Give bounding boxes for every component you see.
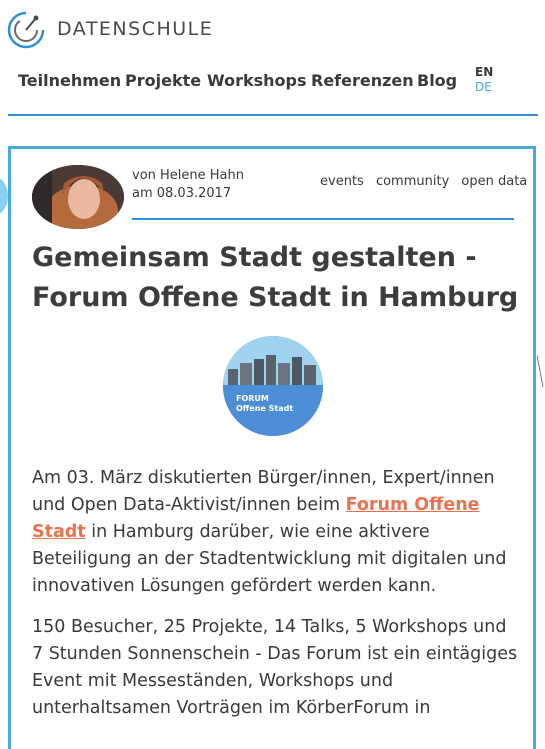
- brand-name[interactable]: DATENSCHULE: [57, 18, 213, 40]
- post-byline: von Helene Hahn am 08.03.2017: [132, 167, 244, 203]
- post-author[interactable]: von Helene Hahn: [132, 167, 244, 185]
- decorative-blob: [0, 176, 8, 216]
- tag-open-data[interactable]: open data: [461, 174, 527, 189]
- paragraph-2: 150 Besucher, 25 Projekte, 14 Talks, 5 W…: [32, 617, 518, 718]
- paragraph-1-text-b: in Hamburg darüber, wie eine aktivere Be…: [32, 522, 507, 596]
- post-tags: events community open data: [320, 174, 535, 189]
- lang-de[interactable]: DE: [475, 80, 493, 95]
- forum-offene-stadt-logo: FORUM Offene Stadt: [223, 336, 323, 436]
- post-title: Gemeinsam Stadt gestalten - Forum Offene…: [32, 242, 519, 313]
- tag-events[interactable]: events: [320, 174, 364, 189]
- decorative-line: [537, 355, 544, 388]
- nav-item-workshops[interactable]: Workshops: [207, 71, 306, 90]
- author-avatar: [32, 165, 124, 229]
- nav-item-blog[interactable]: Blog: [417, 71, 457, 90]
- blog-post-card: von Helene Hahn am 08.03.2017 events com…: [8, 146, 536, 749]
- author-photo-icon: [32, 165, 124, 229]
- forum-logo-line2: Offene Stadt: [236, 404, 293, 413]
- post-date: am 08.03.2017: [132, 186, 232, 201]
- forum-logo-line1: FORUM: [236, 394, 269, 403]
- nav-item-projekte[interactable]: Projekte: [125, 71, 201, 90]
- header-divider: [8, 114, 538, 116]
- datenschule-logo-icon[interactable]: [6, 10, 46, 50]
- site-header: DATENSCHULE Teilnehmen Projekte Workshop…: [0, 0, 545, 125]
- paragraph-1: Am 03. März diskutierten Bürger/innen, E…: [32, 465, 522, 600]
- tag-community[interactable]: community: [376, 174, 449, 189]
- language-switch: EN DE: [475, 65, 493, 95]
- post-body: Am 03. März diskutierten Bürger/innen, E…: [32, 465, 522, 736]
- nav-item-teilnehmen[interactable]: Teilnehmen: [18, 71, 121, 90]
- nav-item-referenzen[interactable]: Referenzen: [311, 71, 414, 90]
- lang-en[interactable]: EN: [475, 65, 493, 80]
- meta-divider: [132, 218, 514, 220]
